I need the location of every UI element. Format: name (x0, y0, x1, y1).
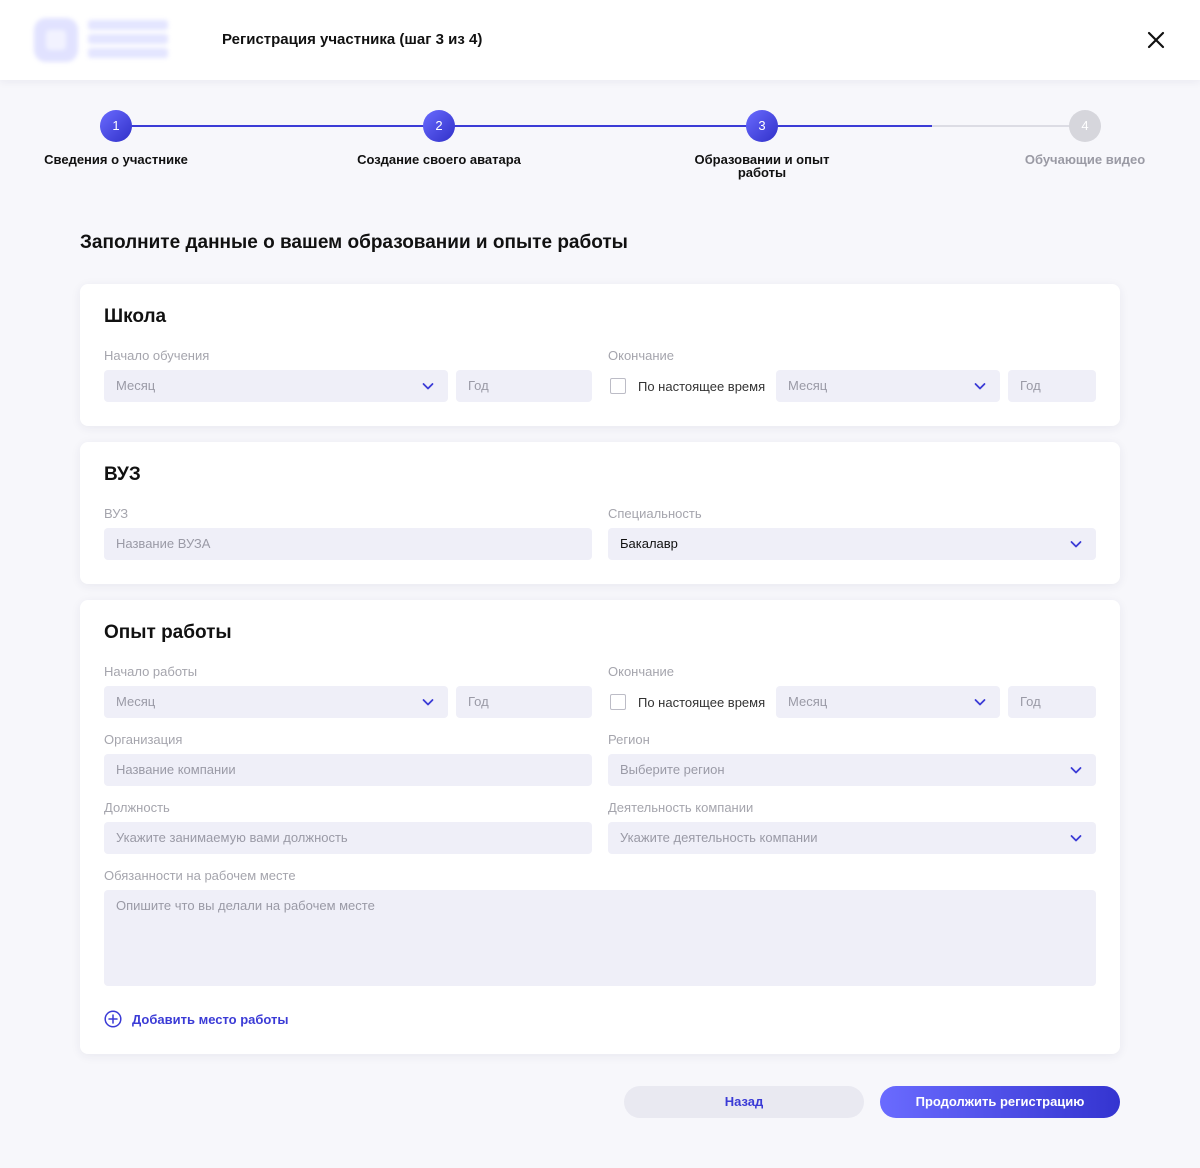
position-input[interactable]: Укажите занимаемую вами должность (104, 822, 592, 854)
school-end-label: Окончание (608, 348, 675, 363)
region-label: Регион (608, 732, 650, 747)
step-number: 1 (100, 110, 132, 142)
checkbox-label: По настоящее время (638, 694, 766, 710)
page-title: Регистрация участника (шаг 3 из 4) (222, 31, 483, 48)
input-placeholder: Название компании (116, 762, 236, 777)
school-card: Школа Начало обучения Месяц Год Окончани… (80, 284, 1120, 426)
plus-circle-icon (104, 1010, 122, 1028)
logo-mark-icon (34, 18, 78, 62)
school-end-year-input[interactable]: Год (1008, 370, 1096, 402)
school-end-month-select[interactable]: Месяц (776, 370, 1000, 402)
top-bar: Регистрация участника (шаг 3 из 4) (0, 0, 1200, 80)
card-title: Опыт работы (104, 622, 232, 643)
work-end-year-input[interactable]: Год (1008, 686, 1096, 718)
checkbox-box[interactable] (610, 694, 626, 710)
work-experience-card: Опыт работы Начало работы Месяц Год Окон… (80, 600, 1120, 1054)
chevron-down-icon (422, 699, 434, 706)
company-activity-label: Деятельность компании (608, 800, 754, 815)
step-label: Обучающие видео (1024, 152, 1146, 167)
region-select[interactable]: Выберите регион (608, 754, 1096, 786)
work-start-month-select[interactable]: Месяц (104, 686, 448, 718)
step-number: 2 (423, 110, 455, 142)
chevron-down-icon (1070, 835, 1082, 842)
select-placeholder: Укажите деятельность компании (620, 830, 818, 845)
university-name-label: ВУЗ (104, 506, 129, 521)
select-placeholder: Выберите регион (620, 762, 725, 777)
work-start-label: Начало работы (104, 664, 198, 679)
step-label: Создание своего аватара (357, 152, 521, 167)
work-end-month-select[interactable]: Месяц (776, 686, 1000, 718)
select-placeholder: Месяц (116, 378, 156, 393)
chevron-down-icon (974, 383, 986, 390)
logo (34, 18, 174, 64)
select-placeholder: Месяц (788, 378, 828, 393)
select-placeholder: Месяц (116, 694, 156, 709)
close-button[interactable] (1144, 28, 1168, 52)
step-3: 3 Образовании и опыт работы (652, 110, 872, 179)
duties-label: Обязанности на рабочем месте (104, 868, 296, 883)
step-number: 4 (1069, 110, 1101, 142)
position-label: Должность (104, 800, 170, 815)
add-workplace-button[interactable]: Добавить место работы (104, 1010, 289, 1028)
select-value: Бакалавр (620, 536, 678, 551)
progress-stepper: 1 Сведения о участнике 2 Создание своего… (0, 110, 1200, 190)
input-placeholder: Укажите занимаемую вами должность (116, 830, 348, 845)
step-label: Сведения о участнике (44, 152, 188, 167)
input-placeholder: Год (468, 694, 489, 709)
chevron-down-icon (422, 383, 434, 390)
duties-textarea[interactable] (104, 890, 1096, 986)
school-start-year-input[interactable]: Год (456, 370, 592, 402)
step-label: Образовании и опыт работы (694, 152, 830, 180)
work-end-label: Окончание (608, 664, 675, 679)
card-title: ВУЗ (104, 464, 141, 485)
step-1: 1 Сведения о участнике (6, 110, 226, 166)
university-name-input[interactable]: Название ВУЗА (104, 528, 592, 560)
checkbox-box[interactable] (610, 378, 626, 394)
company-activity-select[interactable]: Укажите деятельность компании (608, 822, 1096, 854)
school-present-checkbox[interactable]: По настоящее время (610, 370, 765, 402)
continue-registration-button[interactable]: Продолжить регистрацию (880, 1086, 1120, 1118)
chevron-down-icon (974, 699, 986, 706)
work-start-year-input[interactable]: Год (456, 686, 592, 718)
card-title: Школа (104, 306, 167, 327)
school-start-label: Начало обучения (104, 348, 210, 363)
input-placeholder: Год (1020, 694, 1041, 709)
select-placeholder: Месяц (788, 694, 828, 709)
step-number: 3 (746, 110, 778, 142)
add-workplace-label: Добавить место работы (132, 1011, 289, 1027)
work-present-checkbox[interactable]: По настоящее время (610, 686, 765, 718)
specialty-select[interactable]: Бакалавр (608, 528, 1096, 560)
chevron-down-icon (1070, 767, 1082, 774)
input-placeholder: Год (1020, 378, 1041, 393)
input-placeholder: Год (468, 378, 489, 393)
section-heading: Заполните данные о вашем образовании и о… (80, 232, 628, 253)
chevron-down-icon (1070, 541, 1082, 548)
back-button[interactable]: Назад (624, 1086, 864, 1118)
organization-input[interactable]: Название компании (104, 754, 592, 786)
close-icon (1147, 31, 1165, 49)
step-2: 2 Создание своего аватара (329, 110, 549, 166)
logo-wordmark (88, 20, 168, 62)
checkbox-label: По настоящее время (638, 378, 766, 394)
specialty-label: Специальность (608, 506, 702, 521)
school-start-month-select[interactable]: Месяц (104, 370, 448, 402)
university-card: ВУЗ ВУЗ Название ВУЗА Специальность Бака… (80, 442, 1120, 584)
organization-label: Организация (104, 732, 183, 747)
step-4: 4 Обучающие видео (975, 110, 1195, 166)
input-placeholder: Название ВУЗА (116, 536, 211, 551)
